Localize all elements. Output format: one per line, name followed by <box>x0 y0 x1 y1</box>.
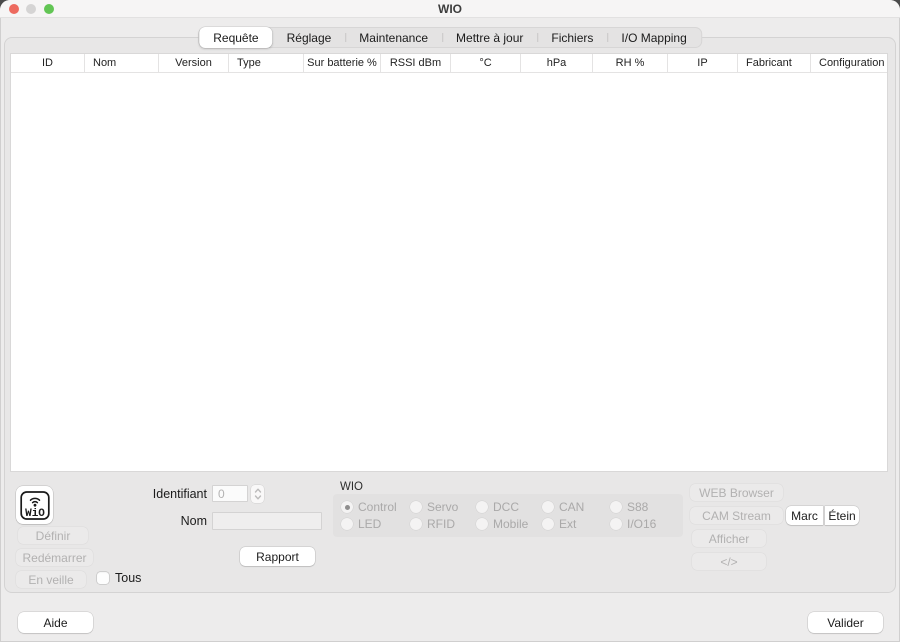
radio-circle-icon <box>410 518 422 530</box>
column-header-id[interactable]: ID <box>11 54 85 72</box>
nom-input[interactable] <box>212 512 322 530</box>
radio-circle-icon <box>410 501 422 513</box>
identifiant-label: Identifiant <box>107 487 207 501</box>
tab-r-glage[interactable]: Réglage <box>273 28 346 47</box>
en-veille-button[interactable]: En veille <box>16 571 86 588</box>
column-header-rssi-dbm[interactable]: RSSI dBm <box>381 54 451 72</box>
tab-fichiers[interactable]: Fichiers <box>537 28 607 47</box>
identifiant-stepper[interactable] <box>251 485 264 503</box>
column-header-sur-batterie[interactable]: Sur batterie % <box>304 54 381 72</box>
wio-logo-button[interactable]: WiO <box>16 486 53 524</box>
afficher-button[interactable]: Afficher <box>692 530 766 547</box>
device-table: IDNomVersionTypeSur batterie %RSSI dBm°C… <box>10 53 888 472</box>
radio-label: CAN <box>559 500 584 514</box>
radio-i-o16[interactable]: I/O16 <box>610 517 683 531</box>
rapport-button[interactable]: Rapport <box>240 547 315 566</box>
nom-label: Nom <box>107 514 207 528</box>
column-header-rh[interactable]: RH % <box>593 54 668 72</box>
tab-bar: RequêteRéglageMaintenanceMettre à jourFi… <box>198 27 702 48</box>
title-bar: WIO <box>0 0 900 18</box>
cam-stream-button[interactable]: CAM Stream <box>690 507 783 524</box>
column-header-configuration[interactable]: Configuration <box>811 54 889 72</box>
radio-ext[interactable]: Ext <box>542 517 610 531</box>
tab-maintenance[interactable]: Maintenance <box>345 28 442 47</box>
radio-dcc[interactable]: DCC <box>476 500 542 514</box>
column-header-type[interactable]: Type <box>229 54 304 72</box>
radio-circle-icon <box>476 501 488 513</box>
radio-circle-icon <box>341 501 353 513</box>
radio-label: Control <box>358 500 397 514</box>
radio-label: I/O16 <box>627 517 656 531</box>
column-header-hpa[interactable]: hPa <box>521 54 593 72</box>
wio-logo-icon: WiO <box>20 490 50 521</box>
aide-button[interactable]: Aide <box>18 612 93 633</box>
radio-servo[interactable]: Servo <box>410 500 476 514</box>
app-window: WIO RequêteRéglageMaintenanceMettre à jo… <box>0 0 900 642</box>
radio-circle-icon <box>610 501 622 513</box>
column-header-version[interactable]: Version <box>159 54 229 72</box>
tab-i-o-mapping[interactable]: I/O Mapping <box>607 28 700 47</box>
table-body[interactable] <box>11 73 887 471</box>
radio-label: DCC <box>493 500 519 514</box>
radio-control[interactable]: Control <box>341 500 410 514</box>
tous-checkbox-label: Tous <box>115 571 141 585</box>
column-header-nom[interactable]: Nom <box>85 54 159 72</box>
stepper-arrows-icon <box>254 487 262 501</box>
radio-rfid[interactable]: RFID <box>410 517 476 531</box>
web-browser-button[interactable]: WEB Browser <box>690 484 783 501</box>
tous-checkbox[interactable] <box>97 572 109 584</box>
marc-button[interactable]: Marc <box>786 506 823 525</box>
radio-label: Servo <box>427 500 458 514</box>
table-header: IDNomVersionTypeSur batterie %RSSI dBm°C… <box>11 54 887 73</box>
svg-text:WiO: WiO <box>25 508 45 520</box>
radio-circle-icon <box>341 518 353 530</box>
radio-label: S88 <box>627 500 648 514</box>
wio-radio-grid: Control Servo DCC CAN S88 LED RFID Mobile Ext I/O… <box>333 494 683 531</box>
radio-can[interactable]: CAN <box>542 500 610 514</box>
radio-led[interactable]: LED <box>341 517 410 531</box>
radio-circle-icon <box>610 518 622 530</box>
tab-requ-te[interactable]: Requête <box>199 27 272 48</box>
radio-circle-icon <box>476 518 488 530</box>
identifiant-input[interactable] <box>212 485 248 502</box>
definir-button[interactable]: Définir <box>18 527 88 544</box>
code-button[interactable]: </> <box>692 553 766 570</box>
radio-label: RFID <box>427 517 455 531</box>
redemarrer-button[interactable]: Redémarrer <box>16 549 93 566</box>
radio-label: LED <box>358 517 381 531</box>
window-title: WIO <box>0 0 900 18</box>
radio-circle-icon <box>542 518 554 530</box>
column-header-c[interactable]: °C <box>451 54 521 72</box>
tab-mettre-jour[interactable]: Mettre à jour <box>442 28 537 47</box>
valider-button[interactable]: Valider <box>808 612 883 633</box>
radio-label: Mobile <box>493 517 528 531</box>
column-header-ip[interactable]: IP <box>668 54 738 72</box>
radio-circle-icon <box>542 501 554 513</box>
wio-group-box: Control Servo DCC CAN S88 LED RFID Mobile Ext I/O… <box>333 494 683 537</box>
radio-label: Ext <box>559 517 576 531</box>
wio-group-label: WIO <box>340 481 363 493</box>
radio-mobile[interactable]: Mobile <box>476 517 542 531</box>
column-header-fabricant[interactable]: Fabricant <box>738 54 811 72</box>
etein-button[interactable]: Étein <box>825 506 859 525</box>
radio-s88[interactable]: S88 <box>610 500 683 514</box>
